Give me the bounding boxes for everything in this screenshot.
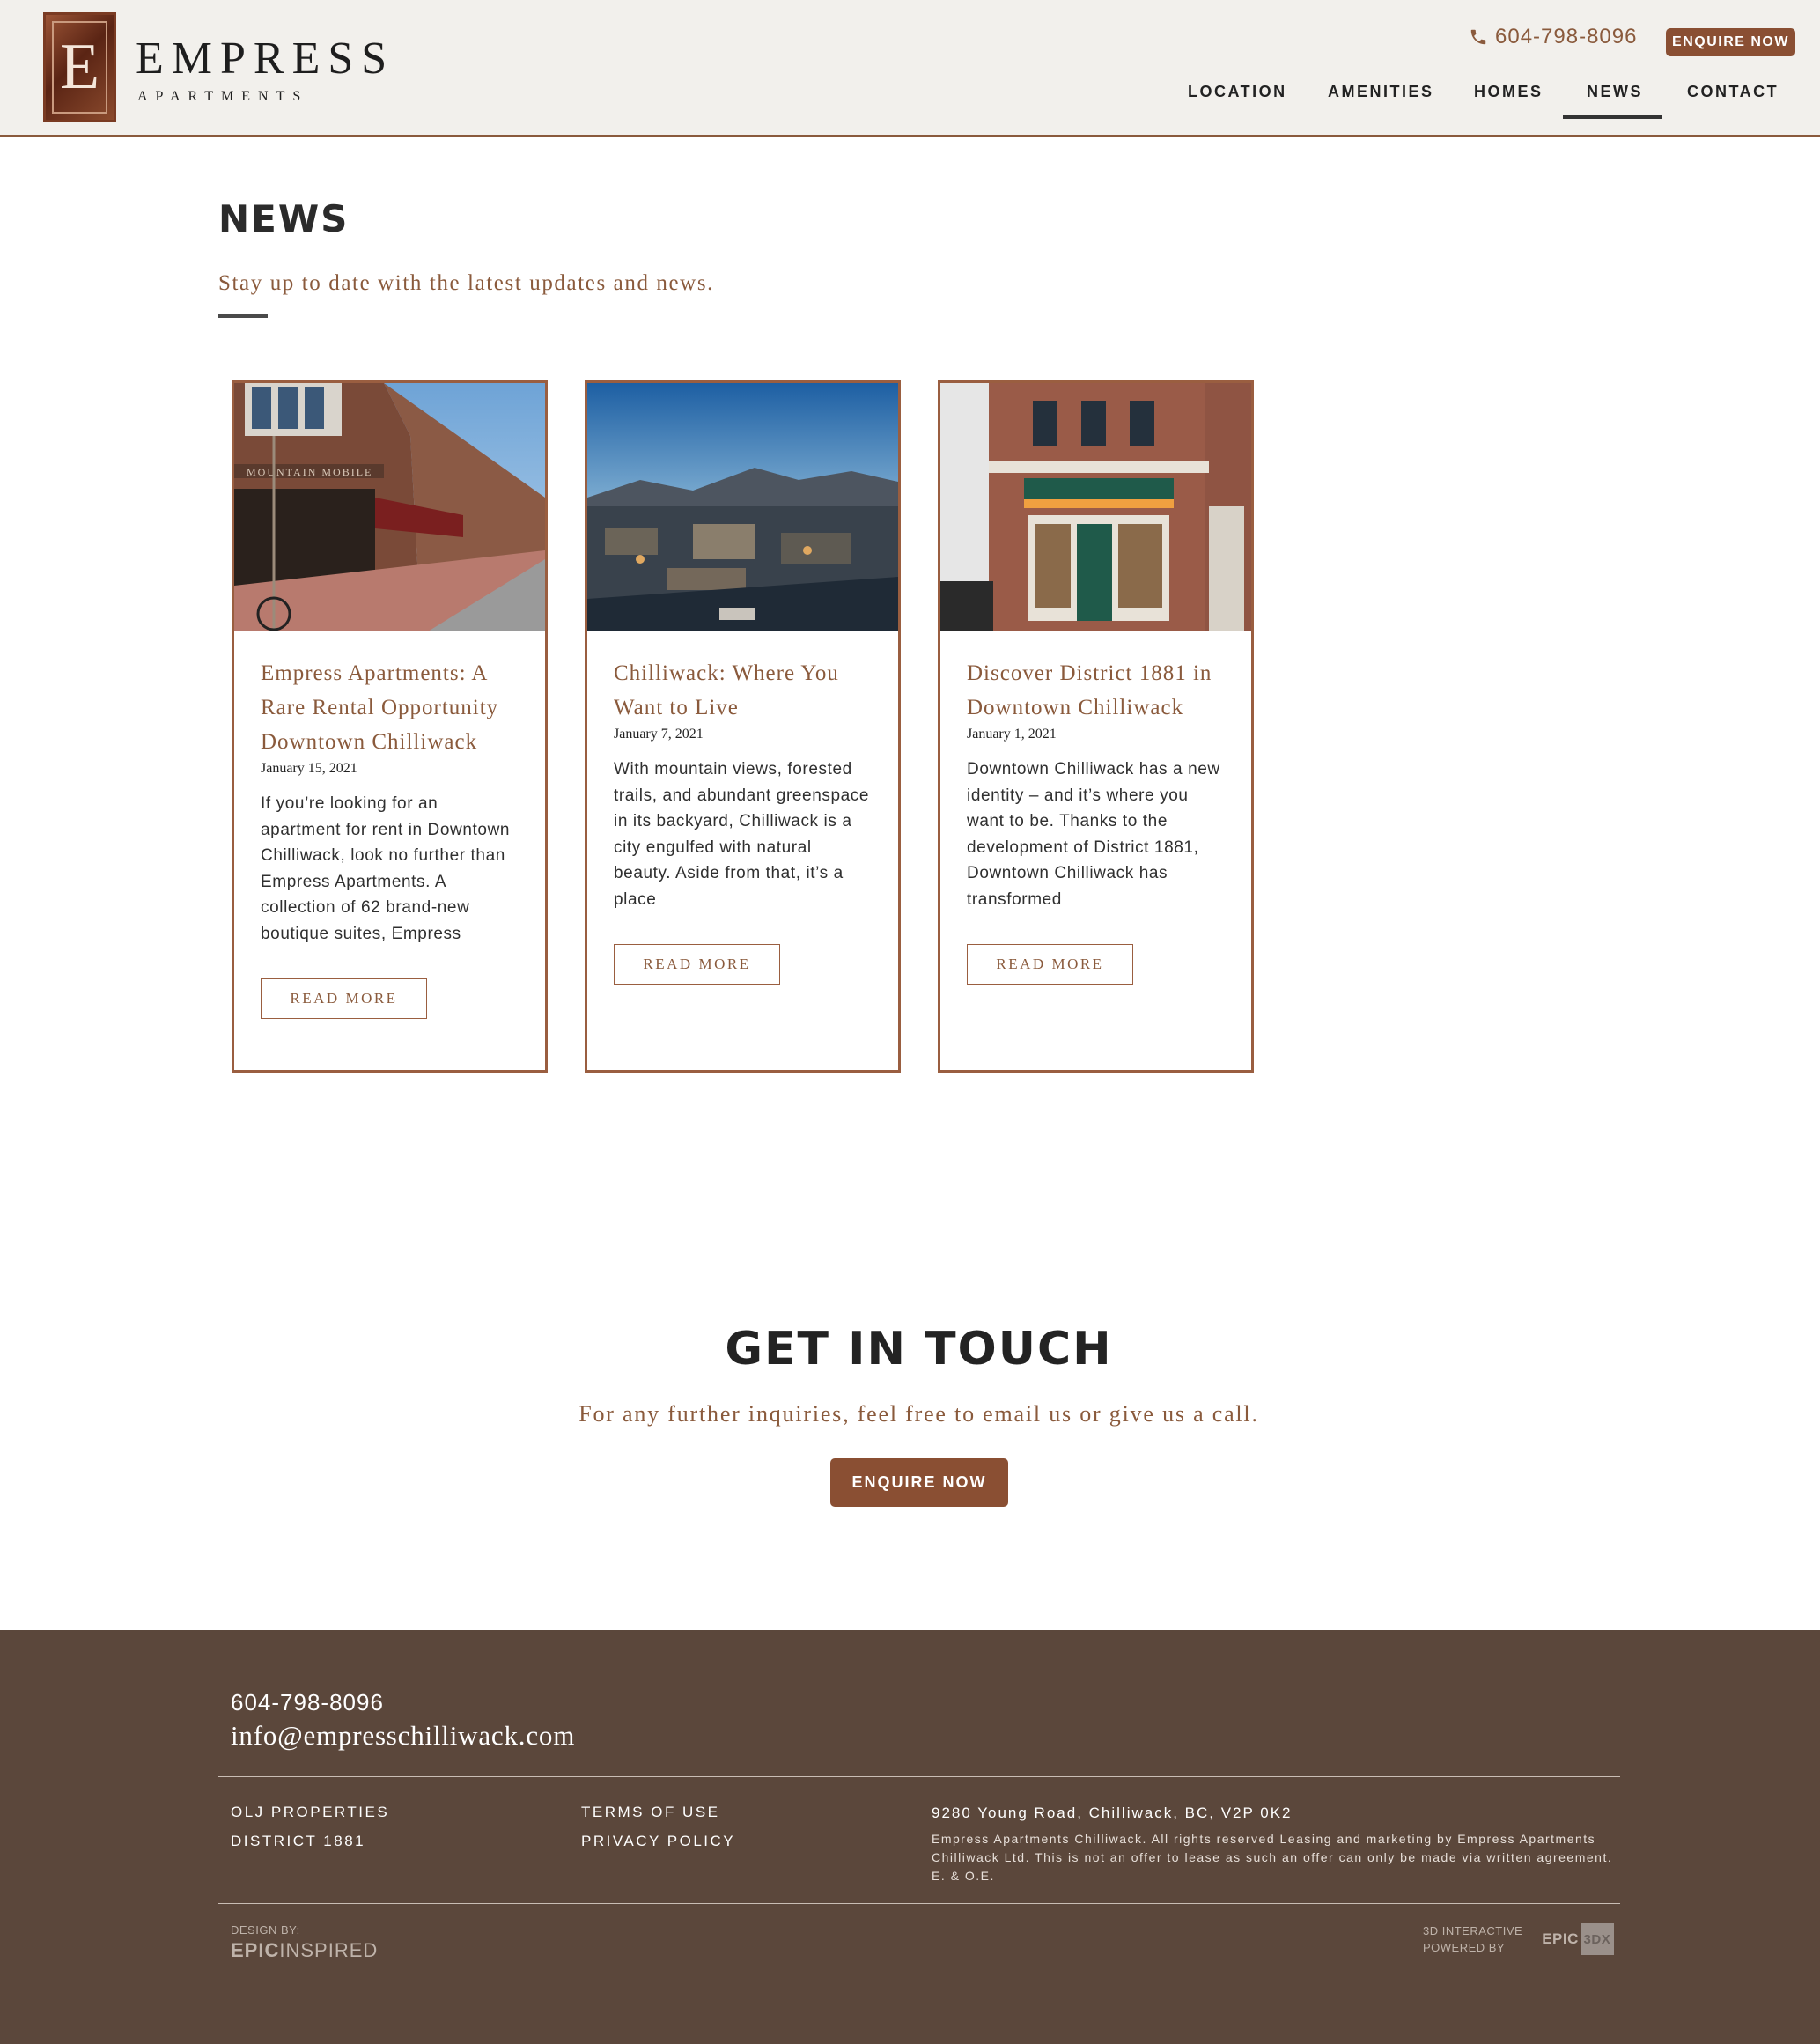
news-card-image-district[interactable] [940, 383, 1251, 631]
logo-monogram: E [43, 12, 116, 122]
footer-divider [218, 1776, 1620, 1777]
site-footer: 604-798-8096 info@empresschilliwack.com … [0, 1630, 1820, 2044]
footer-address: 9280 Young Road, Chilliwack, BC, V2P 0K2 [932, 1804, 1293, 1821]
nav-news[interactable]: NEWS [1587, 83, 1643, 101]
news-card-excerpt: If you’re looking for an apartment for r… [261, 794, 511, 943]
contact-cta-title: GET IN TOUCH [725, 1323, 1113, 1376]
news-card: Chilliwack: Where You Want to Live Janua… [585, 380, 901, 1073]
news-card-image-storefront[interactable]: MOUNTAIN MOBILE [234, 383, 545, 631]
news-card-title[interactable]: Chilliwack: Where You Want to Live [614, 656, 872, 725]
read-more-button[interactable]: READ MORE [967, 944, 1133, 985]
design-credit-logo: EPICINSPIRED [231, 1939, 379, 1961]
footer-link-privacy[interactable]: PRIVACY POLICY [581, 1833, 735, 1850]
news-card-title[interactable]: Discover District 1881 in Downtown Chill… [967, 656, 1225, 725]
powered-by-line1: 3D INTERACTIVE [1423, 1924, 1523, 1937]
nav-amenities[interactable]: AMENITIES [1328, 83, 1434, 101]
logo-monogram-letter: E [52, 21, 107, 114]
footer-link-olj-properties[interactable]: OLJ PROPERTIES [231, 1804, 389, 1821]
contact-cta-subtitle: For any further inquiries, feel free to … [578, 1401, 1259, 1427]
footer-link-terms[interactable]: TERMS OF USE [581, 1804, 720, 1821]
read-more-button[interactable]: READ MORE [614, 944, 780, 985]
footer-email-link[interactable]: info@empresschilliwack.com [231, 1720, 575, 1752]
news-card: MOUNTAIN MOBILE Empress Apartments: A Ra… [232, 380, 548, 1073]
header-enquire-button[interactable]: ENQUIRE NOW [1666, 28, 1795, 56]
header-phone-number: 604-798-8096 [1495, 25, 1638, 48]
header-phone-link[interactable]: 604-798-8096 [1469, 25, 1637, 49]
nav-active-indicator [1563, 115, 1662, 119]
footer-divider [218, 1903, 1620, 1904]
brand-tagline: APARTMENTS [137, 88, 309, 104]
read-more-button[interactable]: READ MORE [261, 978, 427, 1019]
design-credit[interactable]: DESIGN BY: EPICINSPIRED [231, 1923, 378, 1962]
nav-homes[interactable]: HOMES [1474, 83, 1544, 101]
brand-logo[interactable]: E EMPRESS APARTMENTS [43, 12, 394, 122]
news-card-title[interactable]: Empress Apartments: A Rare Rental Opport… [261, 656, 519, 759]
site-header: E EMPRESS APARTMENTS 604-798-8096 ENQUIR… [0, 0, 1820, 137]
title-divider [218, 314, 268, 318]
phone-icon [1470, 29, 1486, 45]
news-card-date: January 7, 2021 [614, 727, 704, 742]
news-card: Discover District 1881 in Downtown Chill… [938, 380, 1254, 1073]
storefront-sign-text: MOUNTAIN MOBILE [247, 466, 372, 478]
nav-location[interactable]: LOCATION [1188, 83, 1287, 101]
news-card-excerpt: Downtown Chilliwack has a new identity –… [967, 760, 1220, 909]
design-credit-label: DESIGN BY: [231, 1923, 300, 1937]
nav-contact[interactable]: CONTACT [1687, 83, 1779, 101]
footer-phone-link[interactable]: 604-798-8096 [231, 1689, 384, 1716]
news-card-date: January 15, 2021 [261, 761, 357, 776]
powered-by-credit[interactable]: 3D INTERACTIVE POWERED BY EPIC 3DX [1423, 1922, 1614, 1956]
page-title: NEWS [218, 197, 350, 240]
epic3dx-logo: EPIC 3DX [1542, 1923, 1614, 1955]
news-card-date: January 1, 2021 [967, 727, 1057, 742]
news-card-excerpt: With mountain views, forested trails, an… [614, 760, 870, 909]
footer-legal-text: Empress Apartments Chilliwack. All right… [932, 1832, 1613, 1883]
contact-enquire-button[interactable]: ENQUIRE NOW [830, 1458, 1008, 1507]
news-card-image-city[interactable] [587, 383, 898, 631]
footer-link-district-1881[interactable]: DISTRICT 1881 [231, 1833, 365, 1850]
powered-by-line2: POWERED BY [1423, 1941, 1506, 1954]
brand-name: EMPRESS [136, 33, 395, 84]
page-subtitle: Stay up to date with the latest updates … [218, 271, 715, 295]
